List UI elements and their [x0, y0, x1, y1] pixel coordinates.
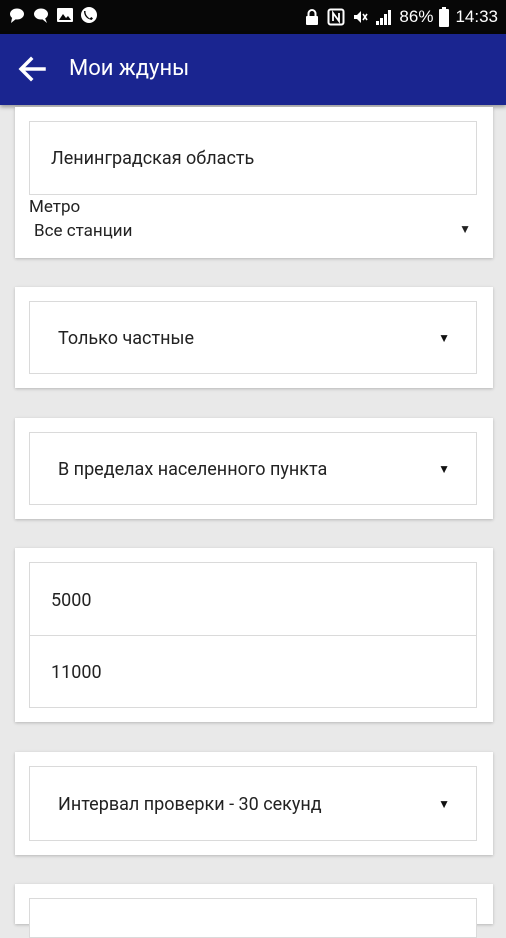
notification-icons [8, 6, 98, 24]
region-field[interactable]: Ленинградская область [29, 121, 477, 195]
interval-value: Интервал проверки - 30 секунд [58, 794, 322, 815]
battery-percent: 86% [399, 7, 434, 26]
metro-value: Все станции [34, 221, 133, 241]
next-field[interactable] [29, 898, 477, 938]
price-max-field[interactable]: 11000 [29, 635, 477, 708]
clock: 14:33 [455, 7, 498, 26]
triangle-down-icon: ▼ [459, 222, 471, 236]
owner-type-dropdown[interactable]: Только частные ▼ [29, 301, 477, 374]
mute-icon [354, 11, 369, 23]
location-card: Ленинградская область Метро Все станции … [15, 107, 493, 258]
chat-bubble-icon [34, 8, 48, 23]
region-value: Ленинградская область [51, 148, 255, 169]
chat-bubble-icon [10, 8, 24, 23]
signal-icon [376, 10, 392, 25]
owner-type-card: Только частные ▼ [15, 287, 493, 388]
price-min-value: 5000 [51, 590, 92, 611]
price-card: 5000 11000 [15, 548, 493, 722]
page-title: Мои ждуны [69, 56, 190, 81]
phone-call-icon [81, 7, 97, 23]
status-bar: 86% 14:33 [0, 0, 506, 34]
price-min-field[interactable]: 5000 [29, 562, 477, 636]
interval-card: Интервал проверки - 30 секунд ▼ [15, 752, 493, 855]
owner-type-value: Только частные [58, 328, 195, 349]
nfc-icon [327, 8, 345, 26]
next-card [15, 884, 493, 938]
battery-icon [439, 7, 450, 27]
system-icons: 86% 14:33 [303, 4, 498, 30]
lock-icon [306, 9, 319, 25]
triangle-down-icon: ▼ [438, 797, 450, 811]
interval-dropdown[interactable]: Интервал проверки - 30 секунд ▼ [29, 766, 477, 841]
area-value: В пределах населенного пункта [58, 459, 328, 480]
metro-dropdown[interactable]: Все станции ▼ [29, 218, 479, 244]
price-max-value: 11000 [51, 662, 102, 683]
metro-label: Метро [29, 197, 81, 217]
triangle-down-icon: ▼ [438, 462, 450, 476]
triangle-down-icon: ▼ [438, 331, 450, 345]
area-dropdown[interactable]: В пределах населенного пункта ▼ [29, 432, 477, 505]
arrow-left-icon[interactable] [14, 51, 50, 87]
app-toolbar: Мои ждуны [0, 34, 506, 105]
area-card: В пределах населенного пункта ▼ [15, 418, 493, 519]
image-icon [57, 8, 73, 22]
